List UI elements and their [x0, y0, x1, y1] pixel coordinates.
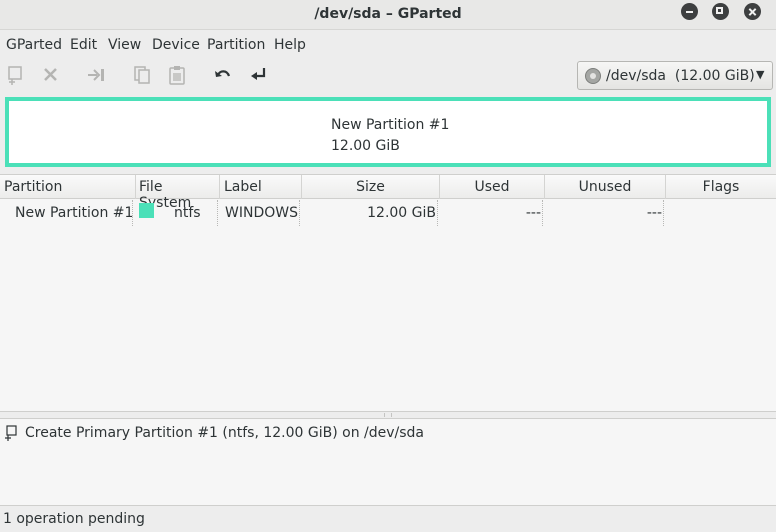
header-flags[interactable]: Flags [666, 175, 776, 199]
splitter-grip-icon [384, 413, 392, 417]
title-bar: /dev/sda – GParted [0, 0, 776, 30]
pending-operations-panel: Create Primary Partition #1 (ntfs, 12.00… [0, 418, 776, 506]
disk-icon [585, 68, 601, 84]
menu-device[interactable]: Device [152, 37, 200, 53]
delete-button[interactable] [40, 64, 64, 86]
header-size[interactable]: Size [302, 175, 440, 199]
partition-map-size: 12.00 GiB [331, 138, 400, 154]
apply-button[interactable] [247, 64, 271, 86]
menu-view[interactable]: View [108, 37, 141, 53]
menu-partition[interactable]: Partition [207, 37, 265, 53]
apply-icon [251, 68, 266, 80]
device-selector[interactable]: /dev/sda (12.00 GiB) ▼ [577, 61, 773, 90]
menu-help[interactable]: Help [274, 37, 306, 53]
new-partition-icon [8, 66, 22, 85]
cell-partition: New Partition #1 [15, 205, 134, 221]
undo-icon [215, 70, 231, 77]
cell-used: --- [525, 205, 541, 221]
cell-filesystem: ntfs [174, 205, 201, 221]
partition-map[interactable]: New Partition #1 12.00 GiB [5, 97, 771, 167]
header-partition[interactable]: Partition [0, 175, 136, 199]
minimize-button[interactable] [681, 3, 698, 20]
menu-bar: GParted Edit View Device Partition Help [0, 30, 776, 58]
window-title: /dev/sda – GParted [314, 6, 462, 22]
header-unused[interactable]: Unused [545, 175, 666, 199]
operation-item[interactable]: Create Primary Partition #1 (ntfs, 12.00… [25, 425, 424, 441]
header-used[interactable]: Used [440, 175, 545, 199]
header-file-system[interactable]: File System [136, 175, 220, 211]
status-text: 1 operation pending [3, 511, 145, 527]
maximize-button[interactable] [712, 3, 729, 20]
new-partition-icon [3, 425, 19, 445]
cell-unused: --- [646, 205, 662, 221]
copy-button[interactable] [131, 64, 155, 86]
cell-size: 12.00 GiB [367, 205, 436, 221]
delete-icon [44, 68, 57, 81]
copy-icon [134, 66, 150, 84]
table-header: Partition File System Label Size Used Un… [0, 175, 776, 211]
paste-button[interactable] [166, 64, 190, 86]
paste-icon [169, 66, 185, 85]
menu-edit[interactable]: Edit [70, 37, 97, 53]
resize-move-button[interactable] [85, 64, 109, 86]
device-label: /dev/sda (12.00 GiB) [606, 68, 755, 84]
header-label[interactable]: Label [220, 175, 302, 199]
close-button[interactable] [744, 3, 761, 20]
status-bar: 1 operation pending [0, 506, 776, 532]
filesystem-color-swatch [139, 203, 154, 218]
menu-gparted[interactable]: GParted [6, 37, 62, 53]
undo-button[interactable] [212, 64, 236, 86]
resize-move-icon [88, 69, 104, 81]
partition-map-name: New Partition #1 [331, 117, 450, 133]
new-partition-button[interactable] [5, 64, 29, 86]
dropdown-arrow-icon: ▼ [756, 68, 765, 81]
partition-table: Partition File System Label Size Used Un… [0, 174, 776, 412]
cell-label: WINDOWS [225, 205, 298, 221]
